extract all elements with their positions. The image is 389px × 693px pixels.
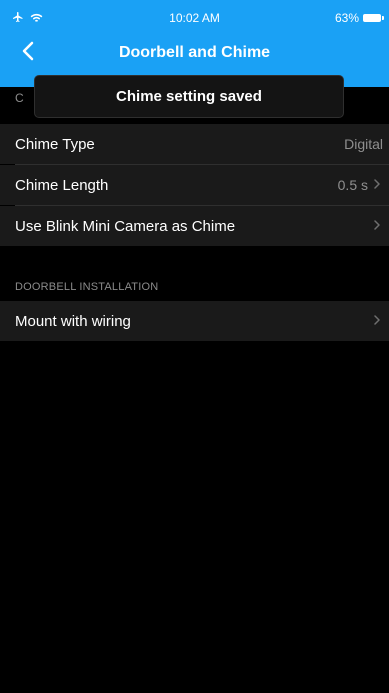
- use-blink-mini-camera-label: Use Blink Mini Camera as Chime: [15, 218, 236, 235]
- chime-type-label: Chime Type: [15, 136, 95, 153]
- chime-length-label: Chime Length: [15, 177, 109, 194]
- app-screen: 10:02 AM 63% Doorbell and Chime C Chime …: [0, 0, 389, 693]
- status-time: 10:02 AM: [169, 11, 220, 25]
- battery-percentage: 63%: [334, 11, 359, 25]
- section-header-chime: C: [15, 91, 24, 105]
- mount-with-wiring-label: Mount with wiring: [15, 313, 131, 330]
- chime-type-row[interactable]: Chime Type Digital: [0, 124, 389, 164]
- status-right: 63%: [334, 11, 384, 25]
- use-blink-mini-camera-row[interactable]: Use Blink Mini Camera as Chime: [0, 206, 389, 246]
- header: 10:02 AM 63% Doorbell and Chime: [0, 0, 389, 87]
- chevron-right-icon: [374, 315, 380, 325]
- section-header-doorbell-installation: DOORBELL INSTALLATION: [15, 281, 159, 293]
- status-bar: 10:02 AM 63%: [0, 0, 389, 38]
- page-title: Doorbell and Chime: [118, 44, 271, 61]
- chime-type-value: Digital: [344, 136, 383, 152]
- mount-with-wiring-row[interactable]: Mount with wiring: [0, 301, 389, 341]
- navigation-bar: Doorbell and Chime: [0, 38, 389, 68]
- chevron-right-icon: [374, 220, 380, 230]
- chime-length-value: 0.5 s: [337, 177, 368, 193]
- toast-message: Chime setting saved: [116, 88, 262, 105]
- toast-notification: Chime setting saved: [34, 75, 344, 118]
- chevron-right-icon: [374, 179, 380, 189]
- chime-length-row[interactable]: Chime Length 0.5 s: [0, 165, 389, 205]
- battery-icon: [363, 14, 384, 22]
